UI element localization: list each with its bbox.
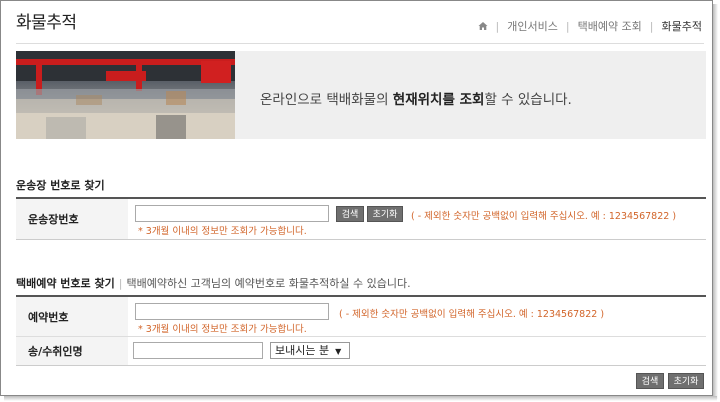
home-icon[interactable] [478,21,488,31]
reservation-search-button[interactable]: 검색 [636,373,664,389]
breadcrumb-current: 화물추적 [661,20,702,33]
reservation-period-note: * 3개월 이내의 정보만 조회가 가능합니다. [138,324,307,335]
waybill-section-title: 운송장 번호로 찾기 [16,179,105,192]
banner-text-end: 할 수 있습니다. [484,92,572,108]
breadcrumb-separator: | [565,19,570,33]
reservation-section-title: 택배예약 번호로 찾기 | 택배예약하신 고객님의 예약번호로 화물추적하실 수 있… [16,275,411,291]
reservation-row: 예약번호 ( - 제외한 숫자만 공백없이 입력해 주십시오. 예 : 1234… [16,297,706,337]
reservation-input[interactable] [135,303,329,320]
content-frame: 화물추적 | 개인서비스 | 택배예약 조회 | 화물추적 온라인으로 택배화물… [0,0,713,396]
banner-photo [16,51,235,139]
breadcrumb: | 개인서비스 | 택배예약 조회 | 화물추적 [478,18,702,34]
sender-select-value: 보내시는 분 [275,344,330,357]
dropdown-arrow-icon: ▼ [335,347,342,356]
reservation-section-desc-wrap: | 택배예약하신 고객님의 예약번호로 화물추적하실 수 있습니다. [115,277,411,290]
waybill-period-note: * 3개월 이내의 정보만 조회가 가능합니다. [138,226,307,237]
banner-text: 온라인으로 택배화물의 현재위치를 조회할 수 있습니다. [260,88,572,108]
reservation-section-desc: 택배예약하신 고객님의 예약번호로 화물추적하실 수 있습니다. [126,277,411,290]
waybill-form: 운송장번호 검색 초기화 ( - 제외한 숫자만 공백없이 입력해 주십시오. … [16,197,706,240]
reservation-section-heading: 택배예약 번호로 찾기 [16,277,115,290]
reservation-format-hint: ( - 제외한 숫자만 공백없이 입력해 주십시오. 예 : 123456782… [339,309,605,320]
conveyor-illustration [16,51,235,139]
sender-select[interactable]: 보내시는 분 ▼ [270,342,350,359]
waybill-label: 운송장번호 [16,199,128,239]
waybill-row-body: 검색 초기화 ( - 제외한 숫자만 공백없이 입력해 주십시오. 예 : 12… [128,199,706,239]
name-row: 송/수취인명 보내시는 분 ▼ [16,337,706,365]
breadcrumb-separator: | [495,19,500,33]
breadcrumb-reservation-lookup[interactable]: 택배예약 조회 [578,18,642,34]
name-input[interactable] [133,342,263,359]
breadcrumb-separator: | [649,19,654,33]
section-separator: | [118,277,123,290]
reservation-reset-button[interactable]: 초기화 [668,373,704,389]
waybill-format-hint: ( - 제외한 숫자만 공백없이 입력해 주십시오. 예 : 123456782… [411,211,677,222]
waybill-input[interactable] [135,205,329,222]
waybill-search-button[interactable]: 검색 [336,206,364,222]
name-row-body: 보내시는 분 ▼ [128,337,706,365]
breadcrumb-personal-service[interactable]: 개인서비스 [507,18,558,34]
banner-text-bold: 현재위치를 조회 [392,92,485,108]
title-divider [16,43,704,44]
frame-shadow-bottom [4,396,717,401]
banner-text-start: 온라인으로 택배화물의 [260,92,393,108]
banner: 온라인으로 택배화물의 현재위치를 조회할 수 있습니다. [16,51,706,139]
page-title: 화물추적 [16,13,77,33]
reservation-label: 예약번호 [16,297,128,336]
frame-shadow-right [713,4,718,399]
reservation-row-body: ( - 제외한 숫자만 공백없이 입력해 주십시오. 예 : 123456782… [128,297,706,336]
waybill-reset-button[interactable]: 초기화 [367,206,403,222]
waybill-row: 운송장번호 검색 초기화 ( - 제외한 숫자만 공백없이 입력해 주십시오. … [16,199,706,239]
name-label: 송/수취인명 [16,337,128,365]
reservation-form: 예약번호 ( - 제외한 숫자만 공백없이 입력해 주십시오. 예 : 1234… [16,295,706,366]
